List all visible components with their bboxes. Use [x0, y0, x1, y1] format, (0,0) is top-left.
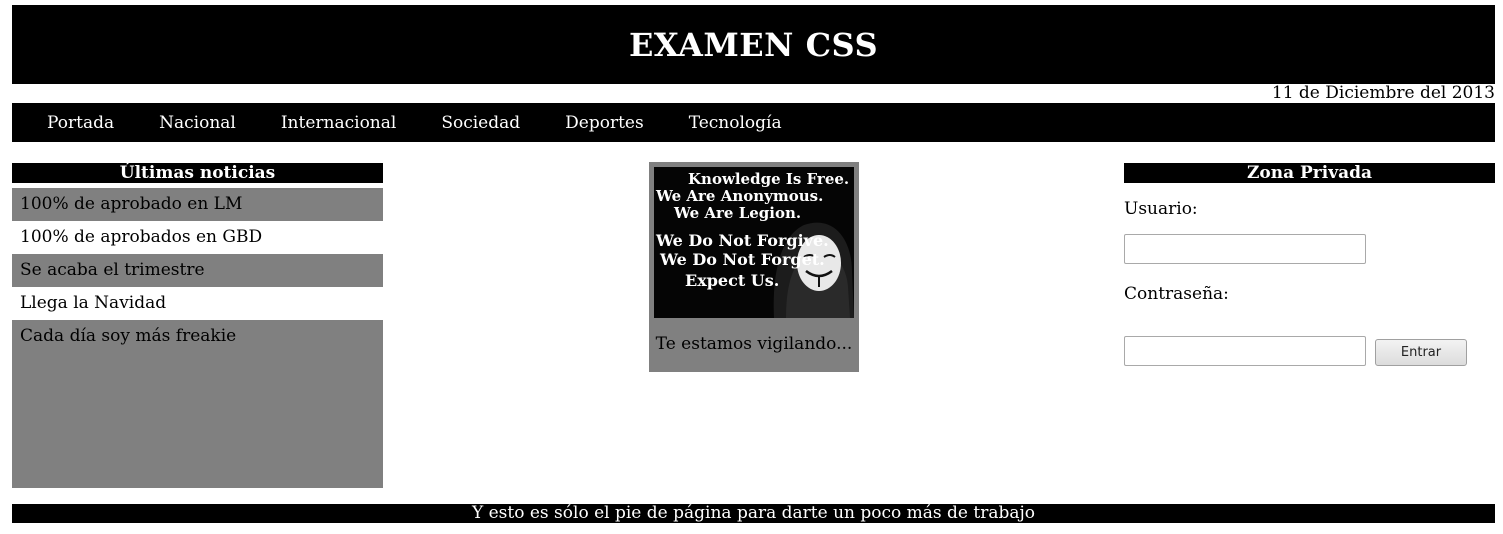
user-label: Usuario:: [1124, 199, 1198, 219]
news-item: Se acaba el trimestre: [12, 254, 383, 287]
news-title: Últimas noticias: [12, 163, 383, 183]
poster-line: We Do Not Forgive.: [655, 231, 829, 250]
news-item: Cada día soy más freakie: [12, 320, 383, 488]
nav-item-deportes[interactable]: Deportes: [565, 113, 644, 133]
poster-line: We Do Not Forget.: [659, 250, 825, 269]
poster-caption: Te estamos vigilando...: [655, 334, 853, 354]
anonymous-poster-graphic: Knowledge Is Free. We Are Anonymous. We …: [654, 167, 854, 318]
poster-line: Expect Us.: [685, 271, 779, 290]
main-nav: Portada Nacional Internacional Sociedad …: [12, 103, 1495, 142]
nav-item-tecnologia[interactable]: Tecnología: [689, 113, 782, 133]
nav-item-nacional[interactable]: Nacional: [159, 113, 236, 133]
anonymous-poster-image: Knowledge Is Free. We Are Anonymous. We …: [654, 167, 854, 318]
password-label: Contraseña:: [1124, 284, 1229, 304]
nav-item-portada[interactable]: Portada: [47, 113, 114, 133]
page-footer: Y esto es sólo el pie de página para dar…: [12, 504, 1495, 523]
news-panel: Últimas noticias 100% de aprobado en LM …: [12, 163, 383, 488]
anonymous-box: Knowledge Is Free. We Are Anonymous. We …: [649, 162, 859, 372]
news-item: 100% de aprobados en GBD: [20, 227, 263, 247]
login-button[interactable]: Entrar: [1375, 339, 1467, 366]
news-item: Llega la Navidad: [20, 293, 167, 313]
page-header: EXAMEN CSS: [12, 5, 1495, 84]
nav-item-sociedad[interactable]: Sociedad: [441, 113, 520, 133]
page-title: EXAMEN CSS: [628, 25, 879, 64]
news-list: 100% de aprobado en LM 100% de aprobados…: [12, 188, 383, 488]
private-zone: Zona Privada Usuario: Contraseña: Entrar: [1124, 163, 1495, 366]
poster-line: Knowledge Is Free.: [688, 170, 849, 188]
news-item: 100% de aprobado en LM: [12, 188, 383, 221]
nav-item-internacional[interactable]: Internacional: [281, 113, 396, 133]
poster-line: We Are Legion.: [673, 204, 801, 222]
user-input[interactable]: [1124, 234, 1366, 264]
poster-line: We Are Anonymous.: [655, 187, 823, 205]
date-label: 11 de Diciembre del 2013: [1271, 83, 1495, 103]
private-zone-title: Zona Privada: [1124, 163, 1495, 183]
password-input[interactable]: [1124, 336, 1366, 366]
